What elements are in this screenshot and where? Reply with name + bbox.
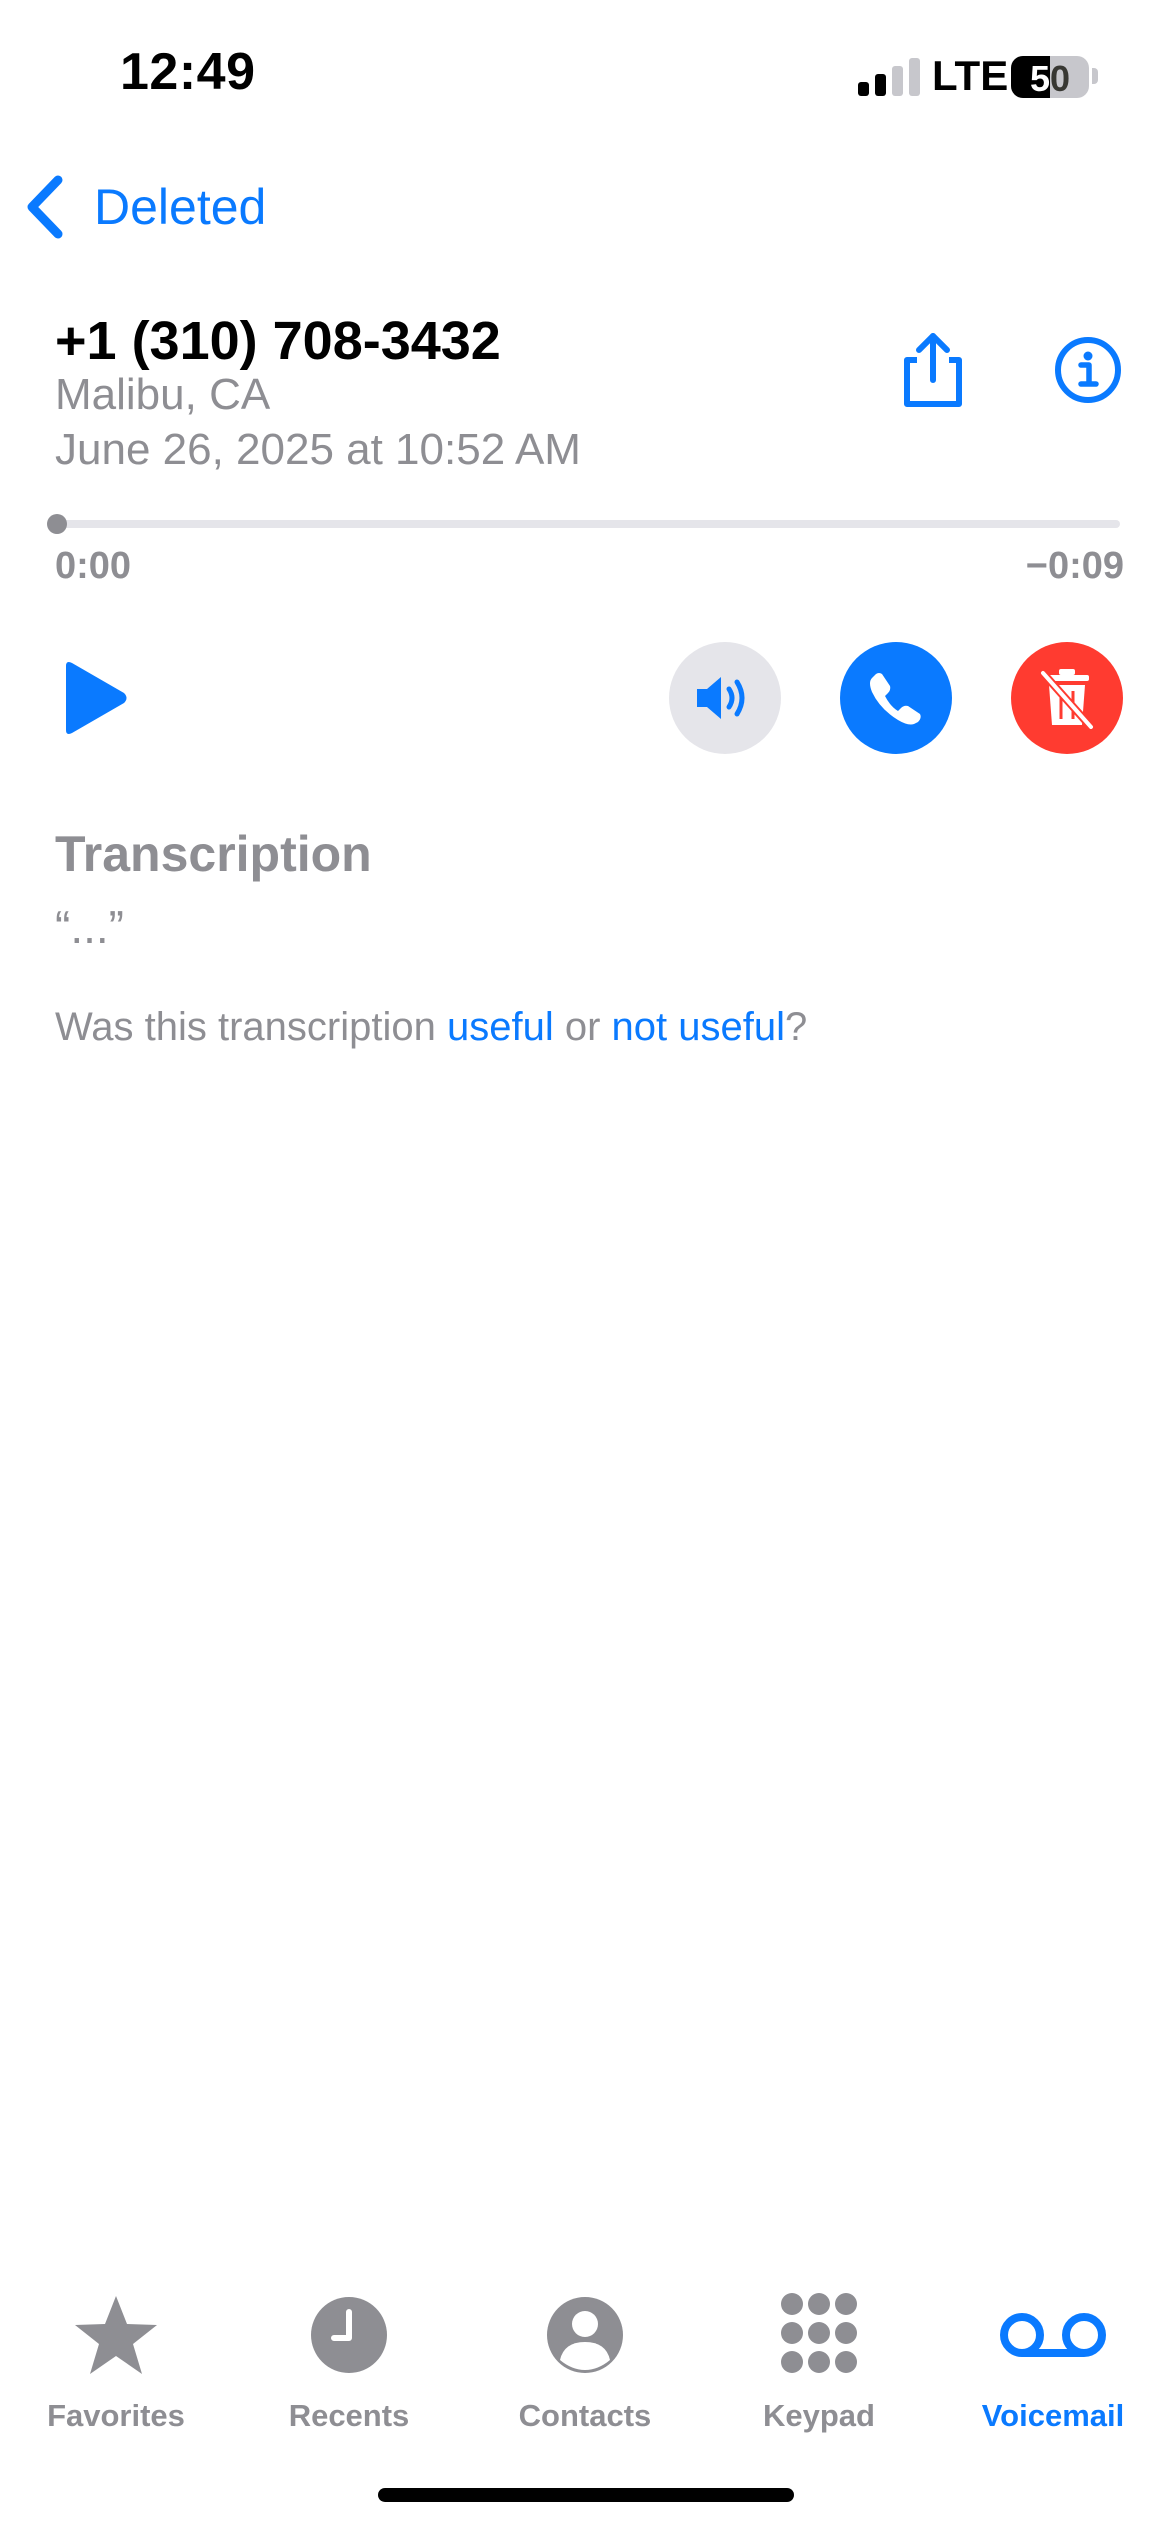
- scrubber-handle[interactable]: [47, 514, 67, 534]
- caller-location: Malibu, CA: [55, 370, 271, 419]
- tab-label: Keypad: [763, 2398, 875, 2433]
- tab-label: Recents: [288, 2398, 410, 2433]
- playback-scrubber[interactable]: [55, 520, 1120, 528]
- signal-icon: [858, 58, 922, 96]
- voicemail-icon: [1000, 2313, 1106, 2357]
- not-useful-link[interactable]: not useful: [612, 1005, 785, 1049]
- useful-link[interactable]: useful: [447, 1005, 554, 1049]
- caller-number: +1 (310) 708-3432: [55, 311, 501, 371]
- transcription-text: “...”: [55, 901, 124, 953]
- play-icon[interactable]: [60, 660, 130, 736]
- tab-contacts[interactable]: Contacts: [475, 2290, 695, 2434]
- battery-icon: 50: [1011, 56, 1089, 98]
- speaker-icon: [697, 677, 745, 719]
- tab-label: Contacts: [518, 2398, 652, 2433]
- battery-percentage: 50: [1029, 58, 1071, 98]
- remaining-time: −0:09: [1025, 545, 1124, 587]
- tab-keypad[interactable]: Keypad: [709, 2290, 929, 2434]
- tab-recents[interactable]: Recents: [239, 2290, 459, 2434]
- voicemail-datetime: June 26, 2025 at 10:52 AM: [55, 425, 581, 474]
- star-icon: [75, 2296, 157, 2374]
- feedback-or: or: [553, 1005, 612, 1049]
- tab-voicemail[interactable]: Voicemail: [943, 2290, 1163, 2434]
- back-label: Deleted: [94, 179, 267, 235]
- feedback-prefix: Was this transcription: [55, 1005, 447, 1049]
- share-icon[interactable]: [893, 330, 973, 410]
- person-icon: [547, 2297, 623, 2373]
- home-indicator: [378, 2488, 794, 2502]
- feedback-suffix: ?: [785, 1005, 808, 1049]
- battery-tip: [1092, 68, 1098, 84]
- call-back-button[interactable]: [840, 642, 952, 754]
- status-time: 12:49: [120, 43, 256, 101]
- tab-label: Favorites: [47, 2398, 185, 2433]
- keypad-icon: [781, 2293, 857, 2373]
- tab-label: Voicemail: [981, 2398, 1125, 2433]
- speaker-button[interactable]: [669, 642, 781, 754]
- phone-icon: [870, 673, 921, 725]
- back-button[interactable]: Deleted: [24, 172, 266, 242]
- transcription-heading: Transcription: [55, 826, 372, 882]
- chevron-left-icon: [27, 175, 63, 239]
- transcription-feedback: Was this transcription useful or not use…: [55, 1005, 807, 1050]
- network-type: LTE: [932, 52, 1009, 99]
- tab-favorites[interactable]: Favorites: [6, 2290, 226, 2434]
- trash-slash-icon: [1040, 669, 1094, 729]
- undelete-button[interactable]: [1011, 642, 1123, 754]
- elapsed-time: 0:00: [55, 545, 132, 587]
- clock-icon: [311, 2297, 387, 2373]
- info-icon[interactable]: [1048, 336, 1128, 416]
